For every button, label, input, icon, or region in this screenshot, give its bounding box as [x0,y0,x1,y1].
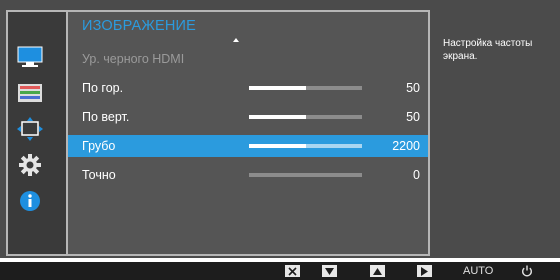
down-icon [325,267,334,275]
picture-tab[interactable] [14,41,46,73]
menu-item-value: 2200 [392,139,420,153]
menu-item-v-position[interactable]: По верт. 50 [68,106,428,128]
color-tab-icon [18,84,42,102]
menu-item-hdmi-black-level[interactable]: Ур. черного HDMI [68,48,428,70]
picture-tab-icon [17,46,43,67]
menu-item-label: Грубо [82,139,116,153]
up-button[interactable] [370,265,385,277]
close-icon [288,266,297,276]
menu-item-value: 50 [406,81,420,95]
power-icon [522,265,532,277]
setup-tab[interactable] [14,149,46,181]
color-tab[interactable] [14,77,46,109]
menu-item-label: По верт. [82,110,130,124]
enter-icon [421,266,428,276]
close-button[interactable] [285,265,300,277]
enter-button[interactable] [417,265,432,277]
auto-button[interactable]: AUTO [463,265,493,277]
power-button[interactable] [521,265,533,277]
menu-item-label: Ур. черного HDMI [82,52,185,66]
value-slider[interactable] [249,173,362,177]
value-slider[interactable] [249,115,362,119]
menu-item-label: Точно [82,168,116,182]
information-tab[interactable] [14,185,46,217]
value-slider[interactable] [249,144,362,148]
menu-title: ИЗОБРАЖЕНИЕ [82,18,197,34]
slider-fill [249,115,306,119]
help-text: Настройка частоты экрана. [443,38,533,62]
size-position-tab[interactable] [14,113,46,145]
slider-fill [249,144,306,148]
up-icon [373,267,382,275]
slider-fill [249,86,306,90]
information-tab-icon [20,191,40,211]
menu-item-value: 50 [406,110,420,124]
menu-item-label: По гор. [82,81,124,95]
size-position-tab-icon [17,117,43,141]
menu-item-h-position[interactable]: По гор. 50 [68,77,428,99]
value-slider[interactable] [249,86,362,90]
menu-item-fine[interactable]: Точно 0 [68,164,428,186]
menu-area [66,10,430,256]
menu-item-coarse[interactable]: Грубо 2200 [68,135,428,157]
bottom-button-bar: AUTO [0,262,560,280]
menu-item-value: 0 [413,168,420,182]
setup-tab-icon [19,154,41,176]
down-button[interactable] [322,265,337,277]
scroll-up-icon [233,38,239,42]
auto-label: AUTO [463,265,494,277]
